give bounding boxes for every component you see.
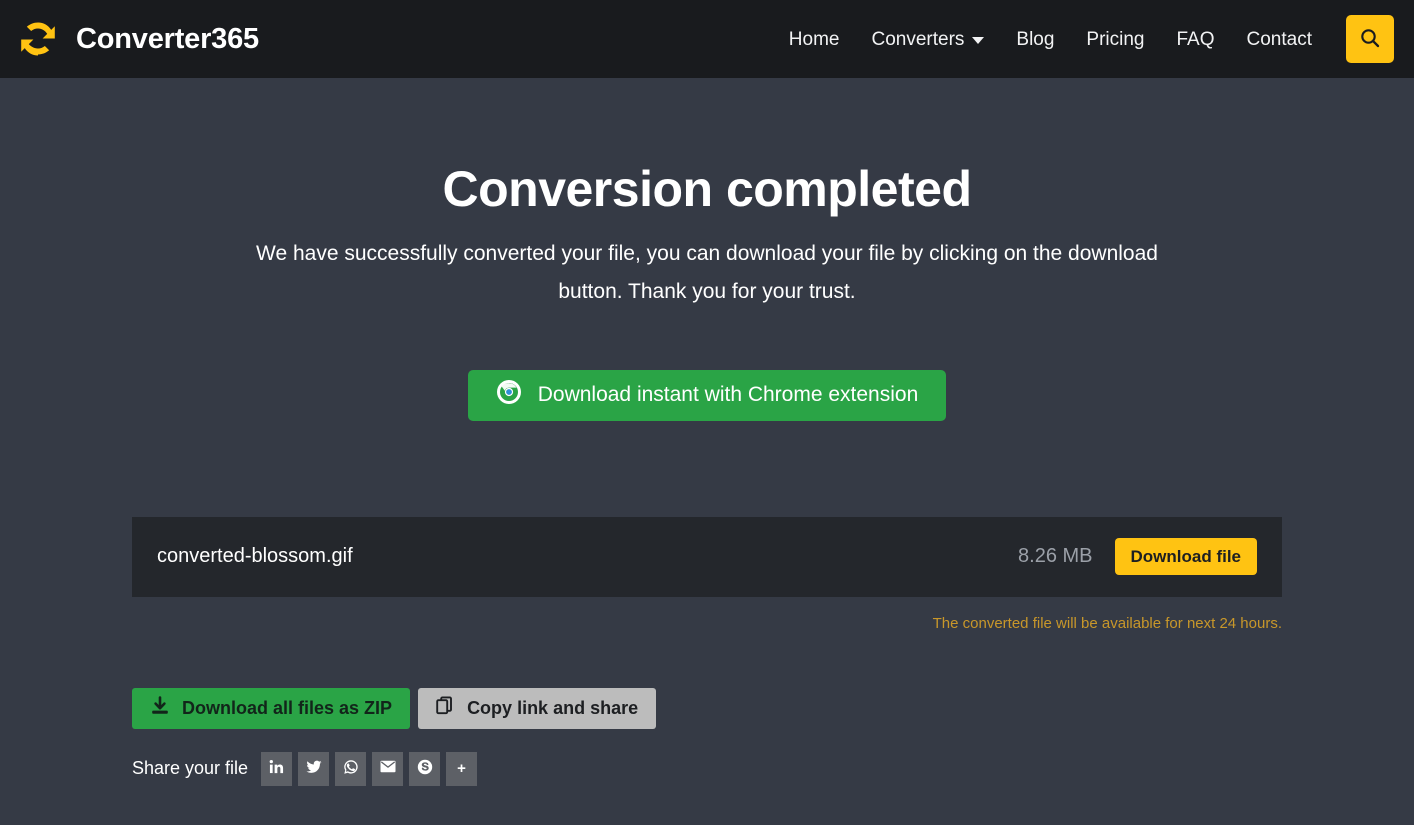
bulk-actions-section: Download all files as ZIP Copy link and … <box>132 632 1282 786</box>
share-linkedin-button[interactable] <box>261 752 292 786</box>
chrome-cta-label: Download instant with Chrome extension <box>538 383 919 407</box>
page-title: Conversion completed <box>0 162 1414 217</box>
nav-item-label: Pricing <box>1086 30 1144 49</box>
whatsapp-icon <box>343 759 359 779</box>
hero-subtitle: We have successfully converted your file… <box>247 235 1167 311</box>
bulk-action-buttons: Download all files as ZIP Copy link and … <box>132 688 1282 729</box>
twitter-icon <box>306 759 322 779</box>
copy-link-button[interactable]: Copy link and share <box>418 688 656 729</box>
plus-icon: + <box>457 760 466 777</box>
nav-item-contact[interactable]: Contact <box>1231 30 1328 49</box>
search-icon <box>1358 26 1382 53</box>
download-chrome-extension-button[interactable]: Download instant with Chrome extension <box>468 370 947 421</box>
nav-item-label: Home <box>789 30 840 49</box>
nav-item-label: Contact <box>1247 30 1312 49</box>
download-file-button[interactable]: Download file <box>1115 538 1258 575</box>
file-expiry-note: The converted file will be available for… <box>132 597 1282 632</box>
share-more-button[interactable]: + <box>446 752 477 786</box>
hero-section: Conversion completed We have successfull… <box>0 78 1414 311</box>
copy-link-label: Copy link and share <box>467 698 638 719</box>
share-section: Share your file <box>132 752 1282 786</box>
nav-item-pricing[interactable]: Pricing <box>1070 30 1160 49</box>
share-whatsapp-button[interactable] <box>335 752 366 786</box>
chevron-down-icon <box>972 37 984 44</box>
brand-logo-link[interactable]: Converter365 <box>14 15 259 63</box>
nav-item-label: Converters <box>871 30 964 49</box>
nav-item-label: FAQ <box>1177 30 1215 49</box>
chrome-cta-wrapper: Download instant with Chrome extension <box>0 370 1414 421</box>
site-header: Converter365 Home Converters Blog Pricin… <box>0 0 1414 78</box>
email-icon <box>380 760 396 777</box>
share-label: Share your file <box>132 758 248 779</box>
nav-item-home[interactable]: Home <box>773 30 856 49</box>
share-email-button[interactable] <box>372 752 403 786</box>
linkedin-icon <box>269 759 284 778</box>
chrome-icon <box>496 379 522 411</box>
file-row: converted-blossom.gif 8.26 MB Download f… <box>132 517 1282 597</box>
file-row-actions: 8.26 MB Download file <box>1018 538 1257 575</box>
nav-item-converters[interactable]: Converters <box>855 30 1000 49</box>
converted-file-section: converted-blossom.gif 8.26 MB Download f… <box>132 421 1282 632</box>
download-all-zip-label: Download all files as ZIP <box>182 698 392 719</box>
download-all-zip-button[interactable]: Download all files as ZIP <box>132 688 410 729</box>
nav-item-blog[interactable]: Blog <box>1000 30 1070 49</box>
search-button[interactable] <box>1346 15 1394 63</box>
main-navigation: Home Converters Blog Pricing FAQ Contact <box>773 15 1394 63</box>
circular-arrows-icon <box>14 15 62 63</box>
page-body: Conversion completed We have successfull… <box>0 78 1414 825</box>
nav-item-faq[interactable]: FAQ <box>1161 30 1231 49</box>
copy-icon <box>436 696 455 720</box>
share-twitter-button[interactable] <box>298 752 329 786</box>
file-size: 8.26 MB <box>1018 545 1092 568</box>
download-icon <box>150 696 170 721</box>
skype-icon <box>417 759 433 779</box>
share-skype-button[interactable] <box>409 752 440 786</box>
brand-name: Converter365 <box>76 23 259 56</box>
nav-item-label: Blog <box>1016 30 1054 49</box>
share-button-list: + <box>261 752 477 786</box>
file-name: converted-blossom.gif <box>157 545 353 568</box>
